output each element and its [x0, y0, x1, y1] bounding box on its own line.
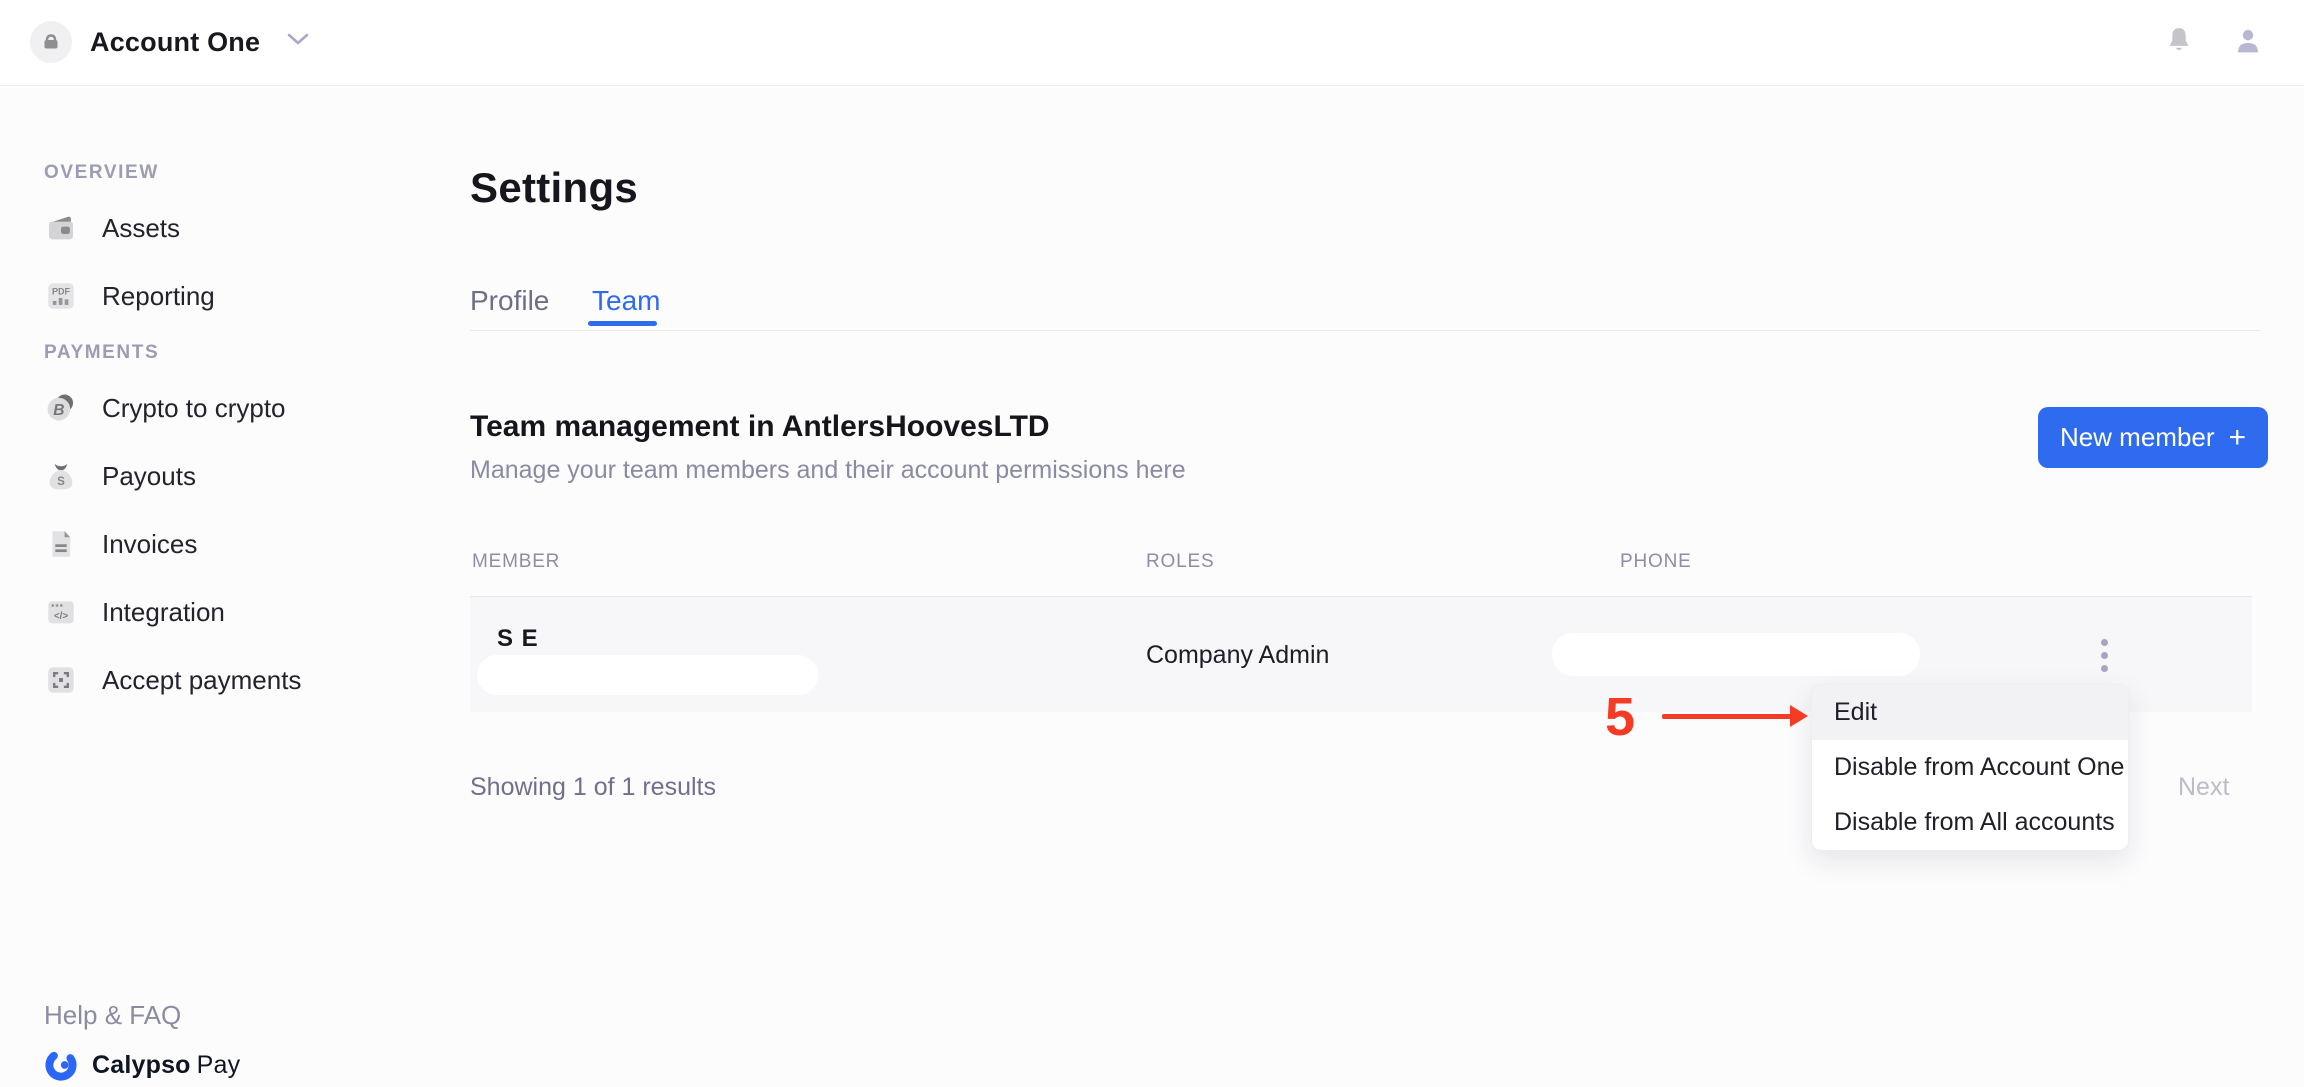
column-header-phone: PHONE: [1620, 551, 1692, 573]
help-faq-link[interactable]: Help & FAQ: [44, 1000, 181, 1031]
brand-name-secondary: Pay: [197, 1051, 241, 1079]
sidebar-section-overview: OVERVIEW: [44, 162, 159, 184]
sidebar-item-reporting[interactable]: PDF Reporting: [44, 274, 384, 318]
wallet-icon: [44, 211, 78, 245]
member-name-redacted: [477, 655, 818, 695]
sidebar-item-label: Reporting: [102, 281, 215, 312]
team-heading: Team management in AntlersHoovesLTD: [470, 410, 1050, 444]
sidebar-item-label: Invoices: [102, 529, 197, 560]
sidebar-section-payments: PAYMENTS: [44, 342, 159, 364]
sidebar-item-label: Assets: [102, 213, 180, 244]
brand-name-primary: Calypso: [92, 1051, 191, 1079]
calypso-logo-icon: [44, 1048, 78, 1082]
new-member-label: New member: [2060, 422, 2215, 453]
sidebar-item-label: Crypto to crypto: [102, 393, 286, 424]
row-context-menu: Edit Disable from Account One Disable fr…: [1811, 684, 2129, 851]
bitcoin-icon: B: [44, 391, 78, 425]
chevron-down-icon: [286, 32, 310, 52]
top-bar: Account One: [0, 0, 2304, 86]
tabs-divider: [470, 330, 2260, 331]
sidebar-item-label: Payouts: [102, 461, 196, 492]
row-actions-kebab-icon[interactable]: [2088, 629, 2120, 681]
user-icon[interactable]: [2232, 25, 2264, 62]
code-icon: </>: [44, 595, 78, 629]
annotation-step-number: 5: [1605, 686, 1635, 748]
sidebar-item-label: Integration: [102, 597, 225, 628]
results-summary: Showing 1 of 1 results: [470, 773, 716, 802]
tab-profile[interactable]: Profile: [470, 285, 549, 317]
moneybag-icon: S: [44, 459, 78, 493]
annotation-arrow: [1662, 714, 1794, 719]
annotation-arrow-head: [1790, 705, 1808, 727]
sidebar-item-accept-payments[interactable]: Accept payments: [44, 658, 384, 702]
menu-item-disable-all-accounts[interactable]: Disable from All accounts: [1812, 795, 2128, 850]
tab-team[interactable]: Team: [592, 285, 660, 317]
topbar-icons: [2164, 0, 2264, 86]
sidebar-item-integration[interactable]: </> Integration: [44, 590, 384, 634]
sidebar-item-payouts[interactable]: S Payouts: [44, 454, 384, 498]
sidebar-item-invoices[interactable]: Invoices: [44, 522, 384, 566]
menu-item-disable-account-one[interactable]: Disable from Account One: [1812, 740, 2128, 795]
brand-name: CalypsoPay: [92, 1051, 240, 1080]
plus-icon: +: [2229, 423, 2247, 453]
pdf-report-icon: PDF: [44, 279, 78, 313]
svg-text:S: S: [57, 475, 65, 488]
page: Account One OVERVIEW: [0, 0, 2304, 1087]
active-tab-underline: [588, 321, 657, 326]
member-phone-redacted: [1552, 633, 1920, 676]
bell-icon[interactable]: [2164, 25, 2194, 62]
account-name: Account One: [90, 27, 260, 58]
column-header-roles: ROLES: [1146, 551, 1214, 573]
pagination-next-button[interactable]: Next: [2178, 773, 2229, 802]
member-role: Company Admin: [1146, 641, 1329, 670]
svg-text:B: B: [53, 402, 64, 419]
sidebar-item-crypto-to-crypto[interactable]: B Crypto to crypto: [44, 386, 384, 430]
qr-icon: [44, 663, 78, 697]
page-title: Settings: [470, 164, 638, 212]
account-avatar: [30, 21, 72, 63]
invoice-icon: [44, 527, 78, 561]
column-header-member: MEMBER: [472, 551, 560, 573]
svg-text:</>: </>: [54, 611, 69, 622]
brand-logo: CalypsoPay: [44, 1048, 240, 1082]
briefcase-icon: [39, 30, 63, 54]
sidebar-item-assets[interactable]: Assets: [44, 206, 384, 250]
menu-item-edit[interactable]: Edit: [1812, 685, 2128, 740]
team-subheading: Manage your team members and their accou…: [470, 456, 1186, 485]
sidebar-item-label: Accept payments: [102, 665, 301, 696]
new-member-button[interactable]: New member +: [2038, 407, 2268, 468]
svg-text:PDF: PDF: [52, 287, 71, 297]
member-initials: S E: [497, 625, 539, 653]
account-switcher[interactable]: Account One: [30, 10, 310, 74]
